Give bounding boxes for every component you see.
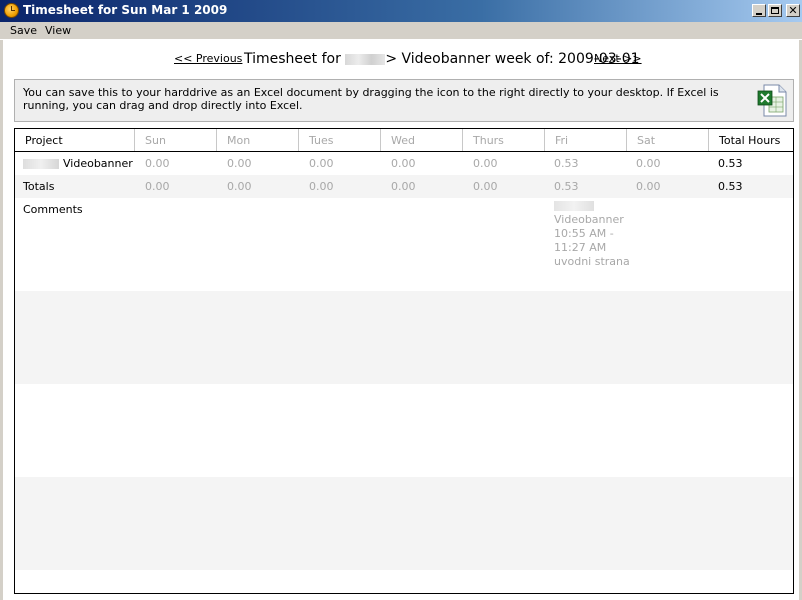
window-frame-left — [0, 40, 3, 600]
title-prefix: Timesheet for — [244, 51, 341, 67]
project-name-cell: Videobanner — [23, 157, 133, 170]
header-mon: Mon — [217, 129, 299, 151]
window-title: Timesheet for Sun Mar 1 2009 — [23, 3, 228, 17]
fri-comment: Videobanner 10:55 AM - 11:27 AM uvodni s… — [554, 201, 644, 269]
clock-icon — [4, 3, 19, 18]
totals-sat: 0.00 — [636, 180, 661, 193]
totals-mon: 0.00 — [227, 180, 252, 193]
menu-save[interactable]: Save — [10, 24, 37, 37]
header-fri: Fri — [545, 129, 627, 151]
header-project: Project — [15, 129, 135, 151]
project-fri: 0.53 — [554, 157, 579, 170]
page-title: Timesheet for > Videobanner week of: 200… — [244, 51, 640, 67]
comment-line: 11:27 AM — [554, 241, 607, 254]
next-link[interactable]: Next >> — [594, 52, 642, 65]
project-total: 0.53 — [718, 157, 743, 170]
week-navigation: << Previous Timesheet for > Videobanner … — [0, 50, 802, 70]
timesheet-table: Project Sun Mon Tues Wed Thurs Fri Sat T… — [14, 128, 794, 594]
project-tues: 0.00 — [309, 157, 334, 170]
close-icon: ✕ — [788, 4, 798, 17]
totals-wed: 0.00 — [391, 180, 416, 193]
redacted-client — [23, 159, 59, 169]
totals-fri: 0.53 — [554, 180, 579, 193]
comment-line: uvodni strana — [554, 255, 630, 268]
totals-tues: 0.00 — [309, 180, 334, 193]
project-name: Videobanner — [63, 157, 133, 170]
totals-thurs: 0.00 — [473, 180, 498, 193]
project-wed: 0.00 — [391, 157, 416, 170]
header-sat: Sat — [627, 129, 709, 151]
totals-label: Totals — [23, 180, 55, 193]
title-bar[interactable]: Timesheet for Sun Mar 1 2009 ✕ — [0, 0, 802, 22]
project-sat: 0.00 — [636, 157, 661, 170]
excel-file-icon[interactable] — [757, 84, 787, 117]
header-tues: Tues — [299, 129, 381, 151]
table-header: Project Sun Mon Tues Wed Thurs Fri Sat T… — [15, 129, 793, 152]
project-mon: 0.00 — [227, 157, 252, 170]
totals-total: 0.53 — [718, 180, 743, 193]
empty-band — [15, 291, 793, 384]
totals-sun: 0.00 — [145, 180, 170, 193]
close-button[interactable]: ✕ — [786, 4, 800, 17]
menu-view[interactable]: View — [45, 24, 71, 37]
table-row: Videobanner 0.00 0.00 0.00 0.00 0.00 0.5… — [15, 152, 793, 175]
redacted-user — [345, 53, 386, 65]
header-sun: Sun — [135, 129, 217, 151]
maximize-button[interactable] — [768, 4, 782, 17]
previous-link[interactable]: << Previous — [174, 52, 242, 65]
header-total-hours: Total Hours — [719, 134, 781, 147]
export-info-box: You can save this to your harddrive as a… — [14, 79, 794, 122]
comment-line: 10:55 AM - — [554, 227, 614, 240]
project-thurs: 0.00 — [473, 157, 498, 170]
empty-band — [15, 477, 793, 570]
minimize-button[interactable] — [752, 4, 766, 17]
project-sun: 0.00 — [145, 157, 170, 170]
comment-line: Videobanner — [554, 213, 624, 226]
maximize-icon — [771, 7, 779, 14]
comments-label: Comments — [23, 203, 83, 216]
export-info-text: You can save this to your harddrive as a… — [23, 86, 719, 112]
menu-bar: Save View — [0, 22, 802, 40]
minimize-icon — [756, 12, 762, 15]
header-thurs: Thurs — [463, 129, 545, 151]
totals-row: Totals 0.00 0.00 0.00 0.00 0.00 0.53 0.0… — [15, 175, 793, 198]
redacted-comment-client — [554, 201, 594, 211]
header-wed: Wed — [381, 129, 463, 151]
